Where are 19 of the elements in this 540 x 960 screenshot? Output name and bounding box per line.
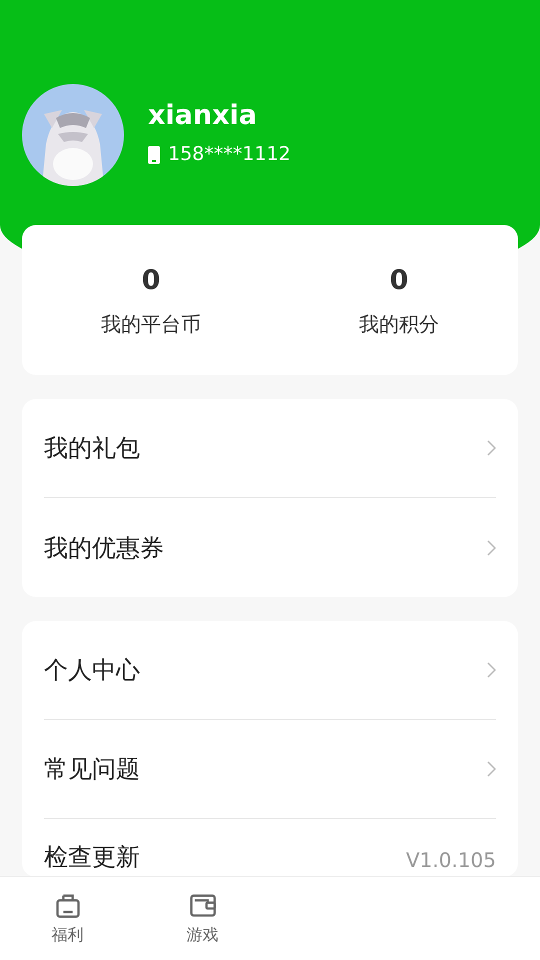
menu-item[interactable]: 个人中心: [44, 621, 496, 720]
menu-label: 常见问题: [44, 754, 140, 785]
menu-item[interactable]: 常见问题: [44, 720, 496, 819]
stat-label: 我的平台币: [101, 311, 201, 338]
stat-value: 0: [142, 264, 160, 298]
menu-label: 我的礼包: [44, 433, 140, 464]
version-text: V1.0.105: [406, 847, 496, 874]
phone-number: 158****1112: [168, 142, 291, 168]
username: xianxia: [148, 100, 258, 132]
stat-value: 0: [390, 264, 408, 298]
nav-tab[interactable]: 游戏: [135, 877, 270, 960]
menu-item[interactable]: 检查更新 V1.0.105: [44, 819, 496, 877]
menu-label: 我的优惠券: [44, 532, 164, 564]
menu-label: 个人中心: [44, 655, 140, 686]
menu-item[interactable]: 我的礼包: [44, 399, 496, 498]
stat-label: 我的积分: [359, 311, 439, 338]
menu-label: 检查更新: [44, 842, 140, 873]
nav-tab[interactable]: 福利: [0, 877, 135, 960]
menu-item[interactable]: 我的优惠券: [44, 498, 496, 597]
